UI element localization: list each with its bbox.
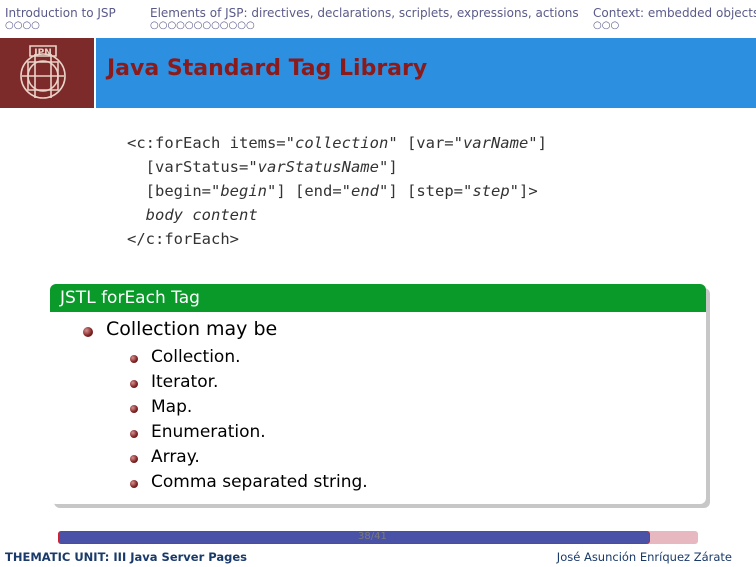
code-text: "] [end="	[267, 182, 351, 200]
sub-bullet-icon	[130, 455, 138, 463]
sub-list-item: Collection.	[151, 347, 241, 367]
sub-list-item: Iterator.	[151, 372, 219, 392]
nav-section-label: Elements of JSP: directives, declaration…	[150, 6, 579, 20]
sub-list-item: Array.	[151, 447, 200, 467]
list-item: Collection may be	[106, 318, 278, 340]
sub-bullet-icon	[130, 430, 138, 438]
nav-section-introduction[interactable]: Introduction to JSP ○○○○	[5, 6, 116, 31]
foreach-block: JSTL forEach Tag Collection may be Colle…	[50, 284, 710, 508]
ipn-logo: IPN	[0, 38, 94, 108]
code-snippet: <c:forEach items="collection" [var="varN…	[127, 131, 547, 251]
sub-list-item: Enumeration.	[151, 422, 266, 442]
code-text: "]	[528, 134, 547, 152]
code-italic-text: step	[472, 182, 510, 200]
code-italic-text: end	[351, 182, 379, 200]
code-text: " [var="	[388, 134, 463, 152]
code-italic-text: collection	[294, 134, 389, 152]
nav-section-dots: ○○○○○○○○○○○○	[150, 20, 255, 31]
code-italic-text: begin	[220, 182, 267, 200]
block-title: JSTL forEach Tag	[60, 288, 200, 308]
sub-list-item: Comma separated string.	[151, 472, 368, 492]
nav-section-elements[interactable]: Elements of JSP: directives, declaration…	[150, 6, 579, 31]
slide-title: Java Standard Tag Library	[107, 56, 428, 81]
nav-section-dots: ○○○○	[5, 20, 40, 31]
code-text: "]>	[509, 182, 538, 200]
nav-section-dots: ○○○	[593, 20, 620, 31]
slide-header: IPN Java Standard Tag Library	[0, 38, 756, 108]
block-header: JSTL forEach Tag	[50, 284, 706, 312]
code-text: [varStatus="	[127, 158, 258, 176]
sub-bullet-icon	[130, 380, 138, 388]
footer-unit-title: THEMATIC UNIT: III Java Server Pages	[5, 550, 248, 564]
code-text: <c:forEach items="	[127, 134, 295, 152]
logo-frame: IPN	[0, 38, 96, 108]
bullet-icon	[83, 327, 93, 337]
block-body: Collection may be Collection. Iterator. …	[50, 312, 706, 504]
footer-author: José Asunción Enríquez Zárate	[556, 550, 732, 564]
code-text: "]	[378, 158, 398, 176]
sub-list-item: Map.	[151, 397, 193, 417]
sub-bullet-icon	[130, 405, 138, 413]
section-navigation: Introduction to JSP ○○○○ Elements of JSP…	[0, 0, 756, 38]
nav-section-label: Context: embedded objects	[593, 6, 756, 20]
sub-bullet-icon	[130, 480, 138, 488]
code-text: [begin="	[127, 182, 221, 200]
code-italic-text: varStatusName	[257, 158, 379, 176]
sub-bullet-icon	[130, 355, 138, 363]
code-text: </c:forEach>	[127, 230, 239, 248]
page-number: 38/41	[358, 531, 387, 542]
svg-text:IPN: IPN	[34, 48, 51, 58]
code-text: "] [step="	[379, 182, 473, 200]
code-italic-text: varName	[462, 134, 529, 152]
progress-bar	[58, 531, 650, 544]
code-italic-text: body content	[127, 206, 258, 224]
nav-section-label: Introduction to JSP	[5, 6, 116, 20]
nav-section-context[interactable]: Context: embedded objects ○○○	[593, 6, 756, 31]
